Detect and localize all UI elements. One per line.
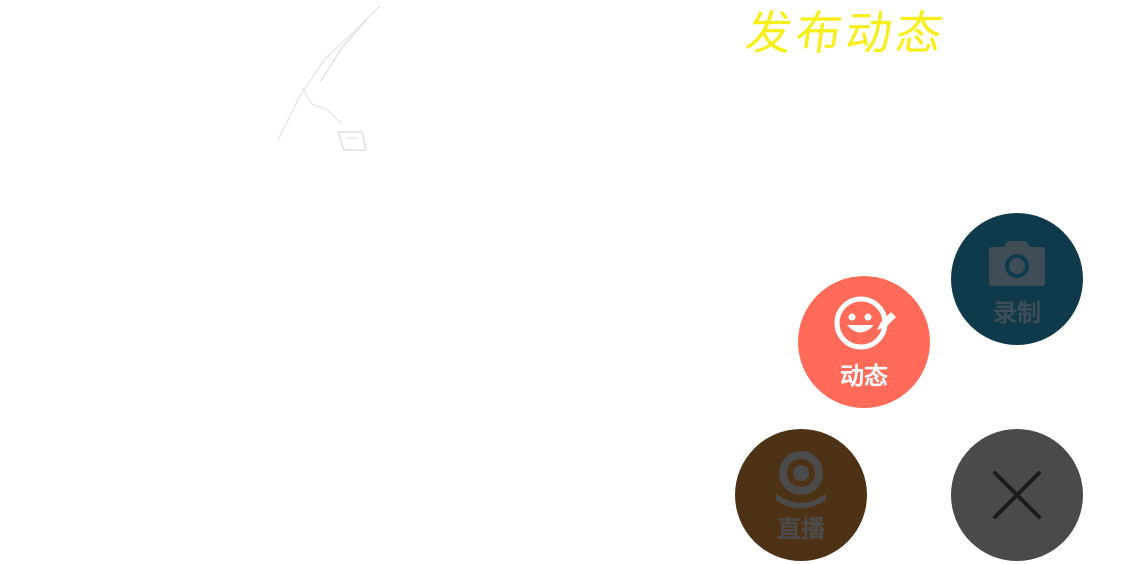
live-button[interactable]: 直播 [735, 429, 867, 561]
close-icon [951, 469, 1083, 521]
page-title: 发布动态 [742, 6, 950, 60]
close-button[interactable] [951, 429, 1083, 561]
camera-icon [951, 238, 1083, 288]
live-label: 直播 [777, 515, 825, 543]
post-button[interactable]: 动态 [798, 276, 930, 408]
smiley-pen-icon [798, 292, 930, 356]
webcam-icon [735, 449, 867, 511]
post-label: 动态 [840, 362, 888, 390]
feather-sketch-icon [277, 5, 381, 151]
record-button[interactable]: 录制 [951, 213, 1083, 345]
record-label: 录制 [993, 299, 1041, 327]
